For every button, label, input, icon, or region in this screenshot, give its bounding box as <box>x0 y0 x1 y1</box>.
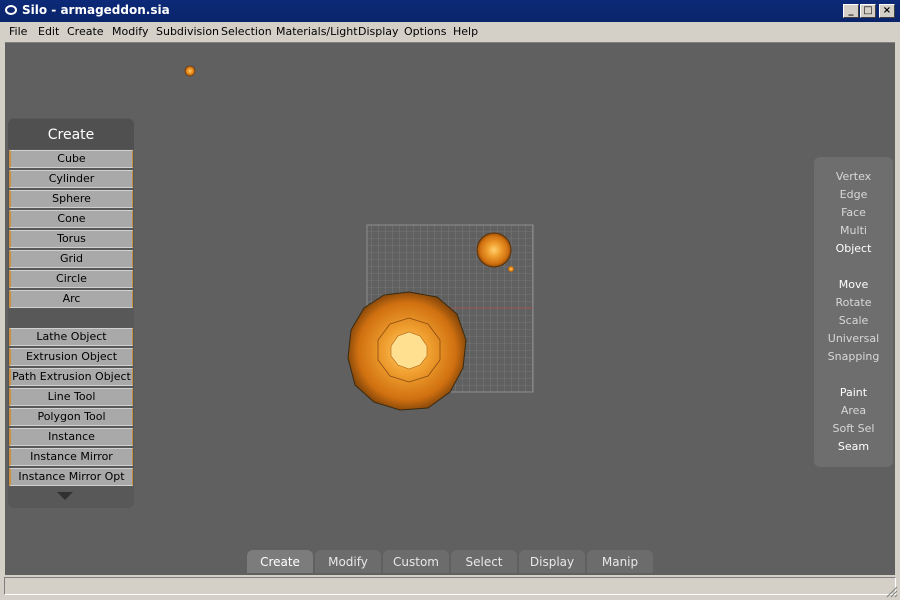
polygon-tool-button[interactable]: Polygon Tool <box>9 408 133 426</box>
brush-area[interactable]: Area <box>814 404 893 417</box>
sphere-object-medium[interactable] <box>476 232 512 268</box>
sphere-button[interactable]: Sphere <box>9 190 133 208</box>
instance-mirror-button[interactable]: Instance Mirror <box>9 448 133 466</box>
scroll-down-arrow-icon[interactable] <box>57 492 73 500</box>
instance-button[interactable]: Instance <box>9 428 133 446</box>
mode-face[interactable]: Face <box>814 206 893 219</box>
status-field <box>4 577 896 595</box>
sphere-object-distant[interactable] <box>184 65 196 77</box>
path-extrusion-object-button[interactable]: Path Extrusion Object <box>9 368 133 386</box>
mode-edge[interactable]: Edge <box>814 188 893 201</box>
create-panel-title: Create <box>8 119 134 149</box>
instance-mirror-opt-button[interactable]: Instance Mirror Opt <box>9 468 133 486</box>
brush-soft-sel[interactable]: Soft Sel <box>814 422 893 435</box>
manip-universal[interactable]: Universal <box>814 332 893 345</box>
mode-vertex[interactable]: Vertex <box>814 170 893 183</box>
manip-move[interactable]: Move <box>814 278 893 291</box>
cone-button[interactable]: Cone <box>9 210 133 228</box>
tab-manip[interactable]: Manip <box>587 550 653 573</box>
torus-button[interactable]: Torus <box>9 230 133 248</box>
mode-multi[interactable]: Multi <box>814 224 893 237</box>
arc-button[interactable]: Arc <box>9 290 133 308</box>
lathe-object-button[interactable]: Lathe Object <box>9 328 133 346</box>
brush-seam[interactable]: Seam <box>814 440 893 453</box>
tab-display[interactable]: Display <box>519 550 585 573</box>
scene-objects <box>184 65 534 411</box>
sphere-object-large[interactable] <box>347 291 467 411</box>
status-bar <box>0 575 900 600</box>
tab-modify[interactable]: Modify <box>315 550 381 573</box>
sphere-object-small[interactable] <box>508 266 514 272</box>
extrusion-object-button[interactable]: Extrusion Object <box>9 348 133 366</box>
line-tool-button[interactable]: Line Tool <box>9 388 133 406</box>
mode-object[interactable]: Object <box>814 242 893 255</box>
manip-rotate[interactable]: Rotate <box>814 296 893 309</box>
tab-select[interactable]: Select <box>451 550 517 573</box>
manip-snapping[interactable]: Snapping <box>814 350 893 363</box>
cylinder-button[interactable]: Cylinder <box>9 170 133 188</box>
cube-button[interactable]: Cube <box>9 150 133 168</box>
tab-custom[interactable]: Custom <box>383 550 449 573</box>
resize-grip-icon[interactable] <box>886 586 898 598</box>
mode-panel <box>814 157 893 467</box>
tab-create[interactable]: Create <box>247 550 313 573</box>
brush-paint[interactable]: Paint <box>814 386 893 399</box>
grid-button[interactable]: Grid <box>9 250 133 268</box>
manip-scale[interactable]: Scale <box>814 314 893 327</box>
circle-button[interactable]: Circle <box>9 270 133 288</box>
